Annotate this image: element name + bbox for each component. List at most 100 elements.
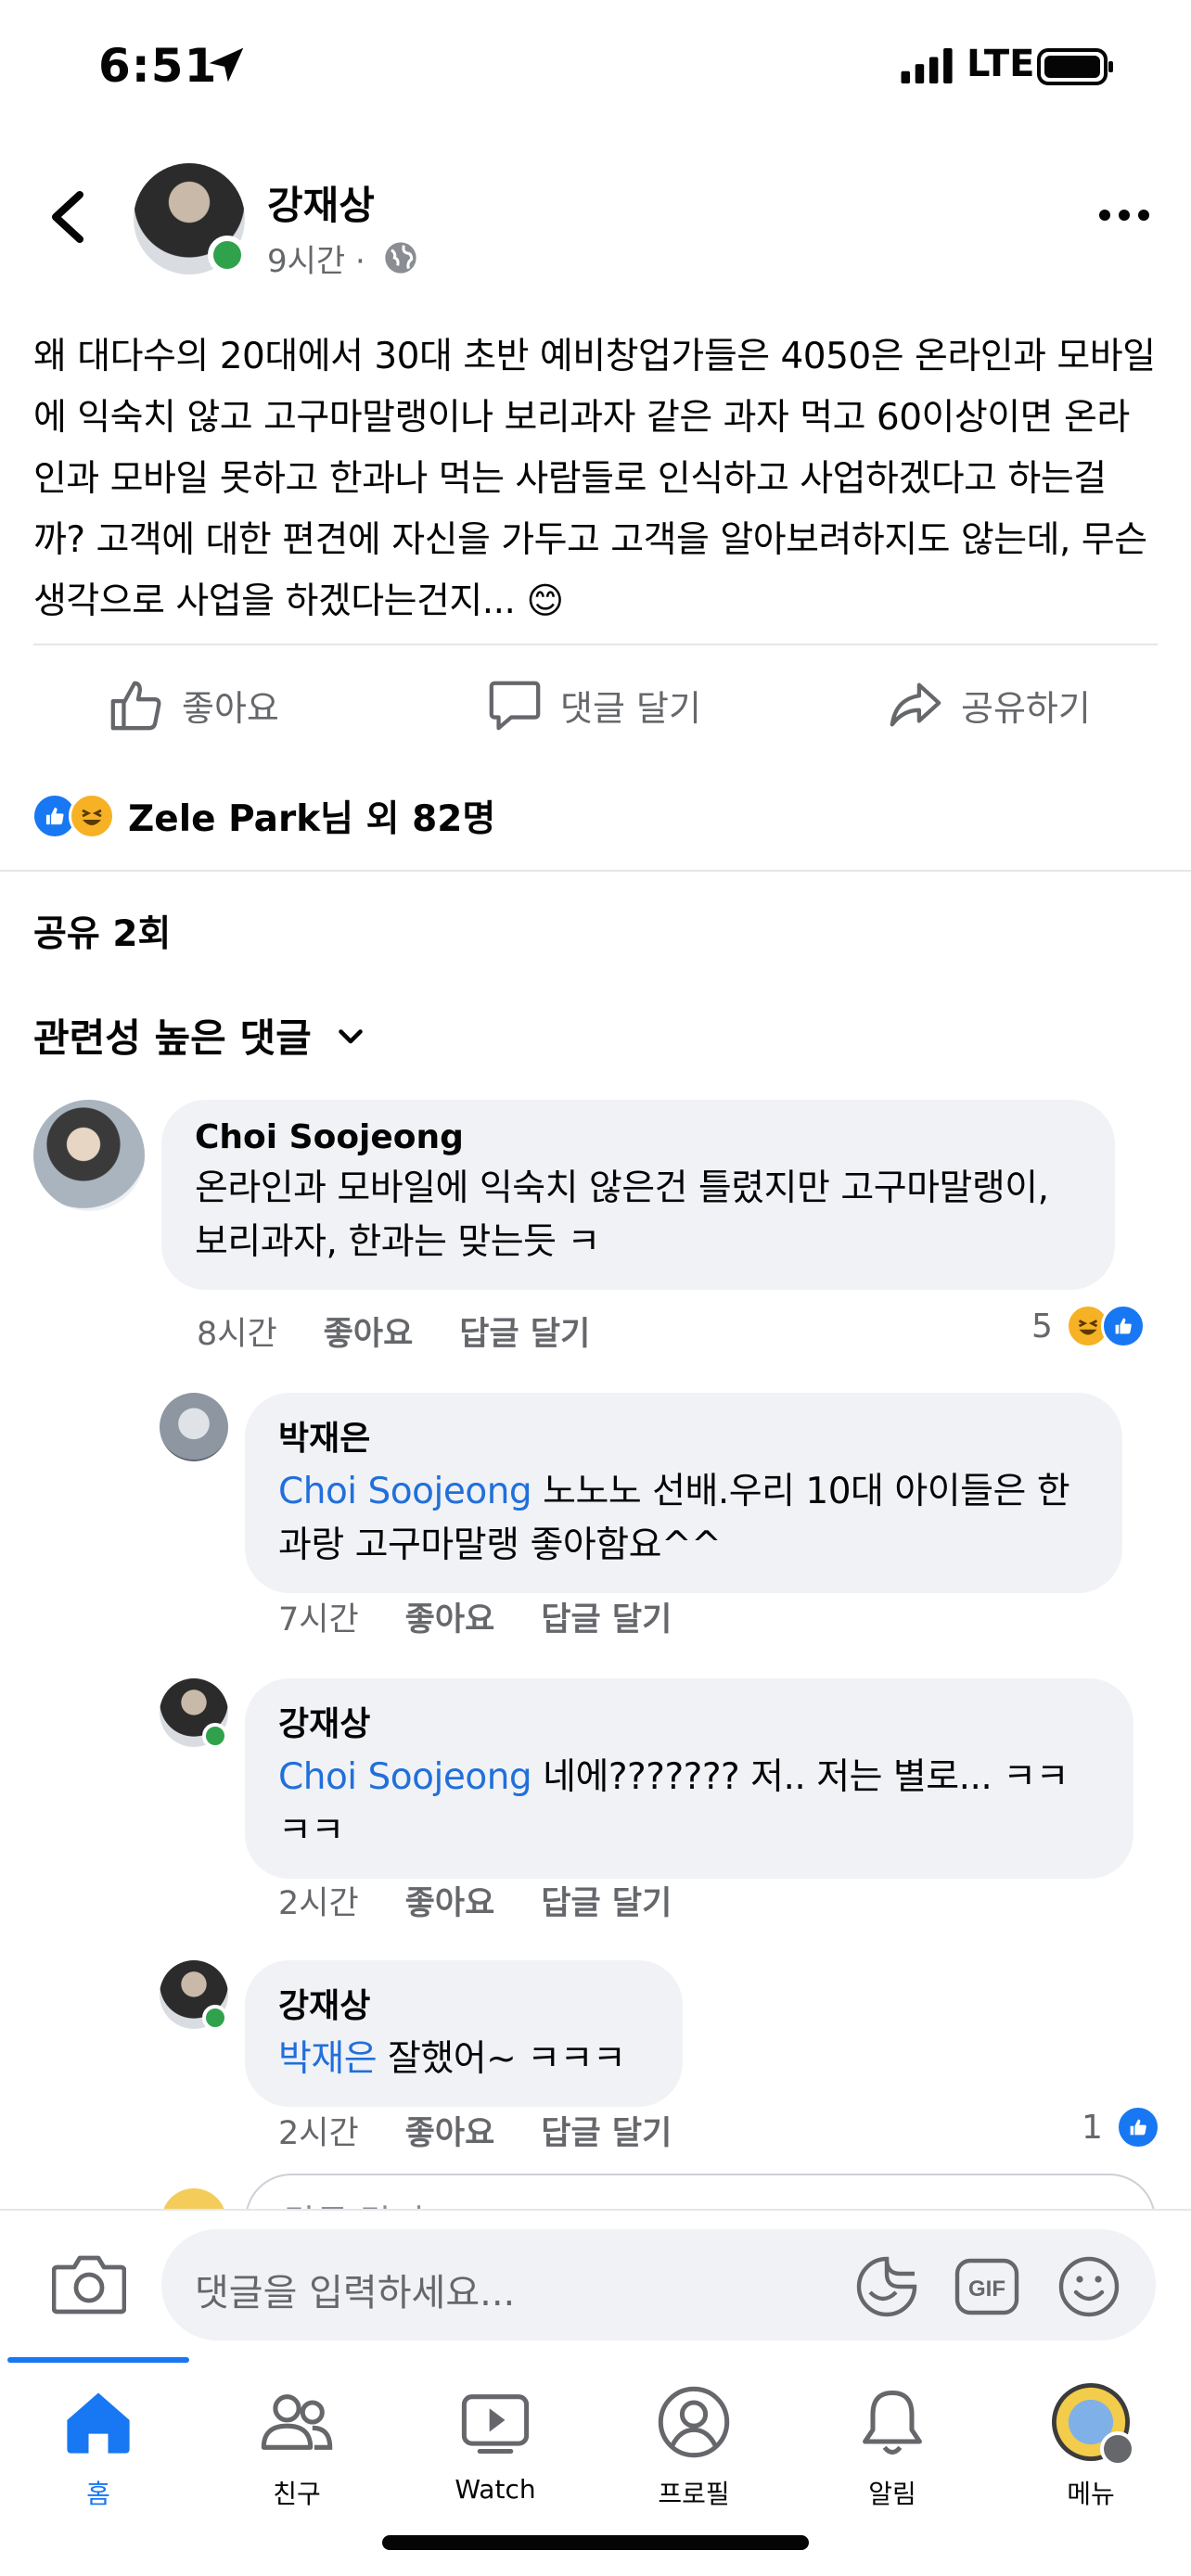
comment-text: 온라인과 모바일에 익숙치 않은건 틀렸지만 고구마말랭이, 보리과자, 한과는… (195, 1162, 1082, 1269)
nav-friends[interactable]: 친구 (204, 2383, 390, 2511)
comment-bubble: Choi Soojeong 온라인과 모바일에 익숙치 않은건 틀렸지만 고구마… (161, 1100, 1115, 1290)
gif-icon[interactable]: GIF (954, 2255, 1020, 2318)
comment-meta: 7시간 좋아요 답글 달기 (278, 1593, 672, 1640)
comment-like-button[interactable]: 좋아요 (405, 1593, 495, 1640)
post-action-bar: 좋아요 댓글 달기 공유하기 (0, 660, 1191, 749)
comment-like-button[interactable]: 좋아요 (405, 1877, 495, 1924)
battery-icon (1037, 48, 1113, 85)
nav-home-label: 홈 (86, 2479, 110, 2509)
share-button[interactable]: 공유하기 (887, 660, 1091, 749)
commenter-name[interactable]: 강재상 (278, 1697, 1100, 1745)
profile-icon (658, 2386, 730, 2458)
comment-like-button[interactable]: 좋아요 (405, 2107, 495, 2154)
haha-reaction-icon (69, 793, 115, 839)
comment-text: Choi Soojeong 네에??????? 저.. 저는 별로... ㅋㅋㅋ… (278, 1751, 1100, 1858)
section-divider (0, 870, 1191, 872)
nav-watch[interactable]: Watch (403, 2383, 588, 2505)
comment-sort-dropdown[interactable]: 관련성 높은 댓글 (33, 1007, 367, 1064)
menu-avatar (1052, 2383, 1135, 2467)
comment-time: 7시간 (278, 1601, 359, 1639)
online-indicator (202, 2005, 228, 2031)
reply-bubble: 강재상 Choi Soojeong 네에??????? 저.. 저는 별로...… (245, 1678, 1133, 1879)
reactions-text: Zele Park님 외 82명 (128, 798, 496, 840)
comment-meta: 8시간 좋아요 답글 달기 (197, 1307, 590, 1355)
mention-link[interactable]: 박재은 (278, 2038, 378, 2080)
nav-profile-label: 프로필 (658, 2479, 730, 2509)
comment-body: 온라인과 모바일에 익숙치 않은건 틀렸지만 고구마말랭이, 보리과자, 한과는… (195, 1167, 1049, 1263)
comment-meta: 2시간 좋아요 답글 달기 (278, 2107, 672, 2154)
status-time: 6:51 (98, 39, 218, 93)
more-icon[interactable] (1098, 204, 1150, 226)
commenter-avatar[interactable] (33, 1100, 145, 1211)
like-button[interactable]: 좋아요 (108, 660, 279, 749)
comment-button[interactable]: 댓글 달기 (486, 660, 701, 749)
comment-text: 박재은 잘했어~ ㅋㅋㅋ (278, 2033, 649, 2086)
globe-icon (385, 242, 416, 274)
comment-time: 2시간 (278, 1885, 359, 1922)
back-icon[interactable] (46, 189, 87, 245)
comment-text: Choi Soojeong 노노노 선배.우리 10대 아이들은 한과랑 고구마… (278, 1465, 1089, 1573)
location-arrow-icon (209, 47, 244, 83)
chevron-down-icon (338, 1028, 363, 1043)
nav-notifications-label: 알림 (868, 2479, 916, 2509)
commenter-name[interactable]: Choi Soojeong (195, 1118, 1082, 1156)
comment-time: 2시간 (278, 2115, 359, 2152)
comment-reply-button[interactable]: 답글 달기 (459, 1307, 590, 1355)
comment-reply-button[interactable]: 답글 달기 (541, 1877, 672, 1924)
camera-icon[interactable] (52, 2251, 126, 2316)
home-indicator (382, 2535, 809, 2550)
sticker-icon[interactable] (853, 2253, 920, 2320)
signal-icon (901, 48, 953, 83)
comment-label: 댓글 달기 (560, 687, 701, 729)
like-label: 좋아요 (182, 687, 279, 729)
share-count[interactable]: 공유 2회 (33, 905, 171, 957)
like-reaction-icon (1100, 1304, 1146, 1348)
comment-reactions[interactable]: 1 (1082, 2105, 1160, 2149)
comment-reaction-count: 5 (1031, 1307, 1053, 1345)
network-label: LTE (967, 43, 1035, 85)
nav-home[interactable]: 홈 (6, 2383, 191, 2511)
reactions-summary[interactable]: Zele Park님 외 82명 (32, 790, 495, 842)
online-indicator (202, 1723, 228, 1749)
nav-menu[interactable]: 메뉴 (998, 2383, 1184, 2511)
home-icon (67, 2392, 130, 2454)
svg-text:GIF: GIF (968, 2276, 1005, 2302)
commenter-name[interactable]: 강재상 (278, 1979, 649, 2027)
nav-notifications[interactable]: 알림 (800, 2383, 985, 2511)
comment-composer: 댓글을 입력하세요... GIF (0, 2209, 1191, 2357)
post-time[interactable]: 9시간 · (267, 236, 365, 281)
comment-reply-button[interactable]: 답글 달기 (541, 1593, 672, 1640)
comment-meta: 2시간 좋아요 답글 달기 (278, 1877, 672, 1924)
like-reaction-icon (1115, 2105, 1160, 2149)
menu-badge-icon (1100, 2431, 1135, 2467)
comment-placeholder: 댓글을 입력하세요... (195, 2272, 516, 2315)
comment-reply-button[interactable]: 답글 달기 (541, 2107, 672, 2154)
friends-icon (261, 2394, 333, 2450)
mention-link[interactable]: Choi Soojeong (278, 1756, 532, 1798)
online-indicator (208, 236, 247, 274)
comment-time: 8시간 (197, 1316, 277, 1353)
commenter-avatar[interactable] (160, 1393, 228, 1461)
share-label: 공유하기 (961, 687, 1091, 729)
author-name[interactable]: 강재상 (267, 174, 375, 231)
nav-friends-label: 친구 (273, 2479, 321, 2509)
nav-profile[interactable]: 프로필 (601, 2383, 787, 2511)
share-icon (890, 682, 941, 727)
like-icon (110, 681, 161, 731)
post-text: 왜 대다수의 20대에서 30대 초반 예비창업가들은 4050은 온라인과 모… (33, 336, 1156, 622)
nav-watch-label: Watch (455, 2474, 536, 2505)
reply-bubble: 박재은 Choi Soojeong 노노노 선배.우리 10대 아이들은 한과랑… (245, 1393, 1122, 1593)
sort-label: 관련성 높은 댓글 (33, 1015, 312, 1061)
reply-bubble: 강재상 박재은 잘했어~ ㅋㅋㅋ (245, 1960, 683, 2107)
comment-body: 잘했어~ ㅋㅋㅋ (377, 2038, 626, 2080)
watch-icon (461, 2394, 530, 2455)
commenter-name[interactable]: 박재은 (278, 1411, 1089, 1460)
mention-link[interactable]: Choi Soojeong (278, 1471, 532, 1512)
comment-reactions[interactable]: 5 (1031, 1304, 1146, 1348)
comment-reaction-count: 1 (1082, 2108, 1103, 2147)
emoji-icon[interactable] (1056, 2253, 1122, 2320)
comment-like-button[interactable]: 좋아요 (324, 1307, 414, 1355)
divider (33, 644, 1158, 645)
comment-input[interactable]: 댓글을 입력하세요... GIF (161, 2229, 1156, 2340)
status-bar: 6:51 LTE (0, 0, 1191, 139)
